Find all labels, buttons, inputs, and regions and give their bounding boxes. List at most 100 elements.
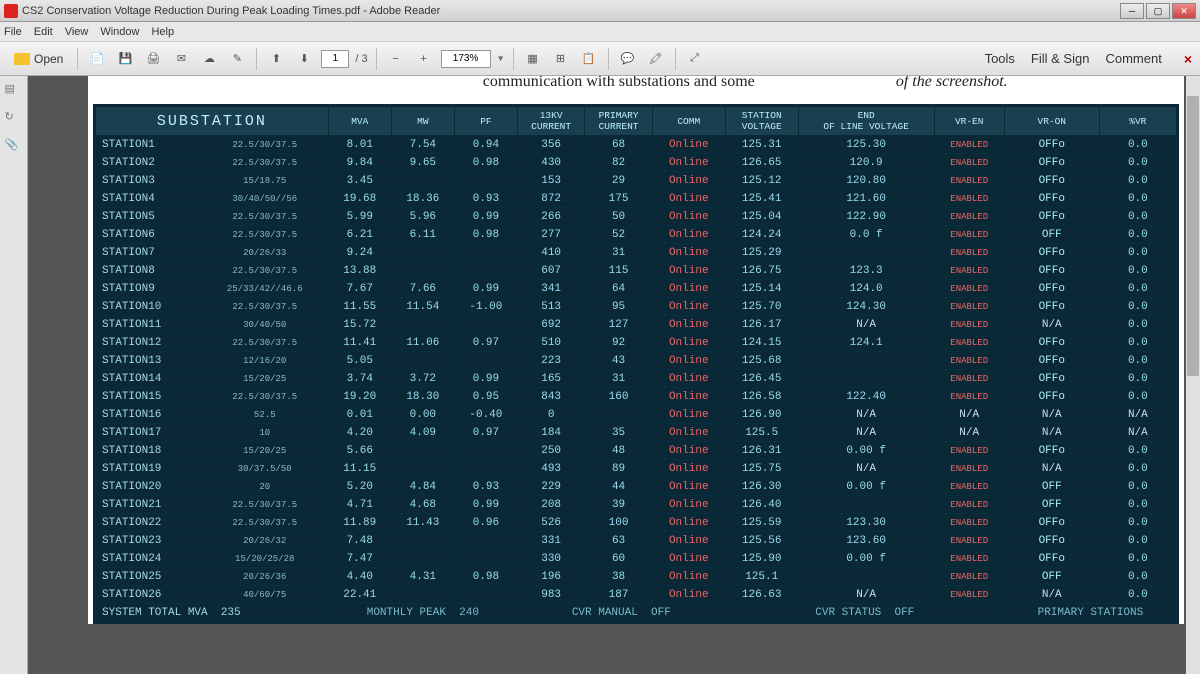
- save-icon[interactable]: 💾: [114, 48, 136, 70]
- open-label: Open: [34, 52, 63, 66]
- cell: Online: [652, 586, 725, 604]
- cell: STATION4: [96, 190, 202, 208]
- document-area[interactable]: Conservation voltage reduction is a proc…: [28, 76, 1186, 674]
- cloud-icon[interactable]: ☁: [198, 48, 220, 70]
- cell: 0.00 f: [798, 550, 934, 568]
- cell: 125.30: [798, 136, 934, 154]
- cell: 410: [517, 244, 584, 262]
- cell: 126.63: [725, 586, 798, 604]
- cell: CVR STATUS OFF: [725, 604, 1004, 622]
- cell: OFFo: [1004, 244, 1099, 262]
- expand-icon[interactable]: ⤢: [684, 48, 706, 70]
- close-button[interactable]: ✕: [1172, 3, 1196, 19]
- fill-sign-tab[interactable]: Fill & Sign: [1031, 51, 1090, 66]
- menu-help[interactable]: Help: [151, 26, 174, 38]
- cell: 187: [585, 586, 652, 604]
- cell: [798, 352, 934, 370]
- cell: 341: [517, 280, 584, 298]
- cell: Online: [652, 388, 725, 406]
- close-doc-icon[interactable]: ×: [1184, 51, 1192, 67]
- print-icon[interactable]: 🖨: [142, 48, 164, 70]
- cell: 0.0: [1099, 316, 1176, 334]
- menu-view[interactable]: View: [65, 26, 89, 38]
- maximize-button[interactable]: ▢: [1146, 3, 1170, 19]
- zoom-out-icon[interactable]: −: [385, 48, 407, 70]
- attachment-icon[interactable]: 📎: [5, 138, 23, 156]
- tool2-icon[interactable]: ⊞: [550, 48, 572, 70]
- page-input[interactable]: [321, 50, 349, 68]
- window-controls: ─ ▢ ✕: [1120, 3, 1196, 19]
- cell: 125.41: [725, 190, 798, 208]
- tool1-icon[interactable]: ▦: [522, 48, 544, 70]
- cell: 115: [585, 262, 652, 280]
- cell: 0.98: [454, 154, 517, 172]
- cell: 9.65: [391, 154, 454, 172]
- scrollbar-thumb[interactable]: [1187, 96, 1199, 376]
- cell: 0.98: [454, 568, 517, 586]
- cell: [391, 244, 454, 262]
- cell: 0.0: [1099, 388, 1176, 406]
- email-icon[interactable]: ✉: [170, 48, 192, 70]
- thumbnails-icon[interactable]: ▤: [5, 82, 23, 100]
- cell: 11.89: [328, 514, 391, 532]
- zoom-dropdown-icon[interactable]: ▼: [497, 54, 505, 63]
- sign-icon[interactable]: ✎: [226, 48, 248, 70]
- minimize-button[interactable]: ─: [1120, 3, 1144, 19]
- tool3-icon[interactable]: 📋: [578, 48, 600, 70]
- cell: 124.15: [725, 334, 798, 352]
- page-down-icon[interactable]: ⬇: [293, 48, 315, 70]
- cell: OFFo: [1004, 388, 1099, 406]
- cell: STATION21: [96, 496, 202, 514]
- cell: 0.0: [1099, 586, 1176, 604]
- cell: 493: [517, 460, 584, 478]
- highlight-icon[interactable]: 🖍: [645, 48, 667, 70]
- cell: OFFo: [1004, 262, 1099, 280]
- cell: ENABLED: [934, 370, 1004, 388]
- menu-edit[interactable]: Edit: [34, 26, 53, 38]
- cell: ENABLED: [934, 172, 1004, 190]
- menu-window[interactable]: Window: [100, 26, 139, 38]
- cell: 607: [517, 262, 584, 280]
- zoom-input[interactable]: [441, 50, 491, 68]
- cell: 7.66: [391, 280, 454, 298]
- cell: [391, 532, 454, 550]
- cell: [454, 586, 517, 604]
- cell: STATION10: [96, 298, 202, 316]
- cell: [454, 550, 517, 568]
- cell: OFFo: [1004, 442, 1099, 460]
- cell: 22.5/30/37.5: [201, 208, 328, 226]
- menu-file[interactable]: File: [4, 26, 22, 38]
- comment-icon[interactable]: 💬: [617, 48, 639, 70]
- cell: Online: [652, 298, 725, 316]
- cell: N/A: [798, 406, 934, 424]
- table-row: STATION622.5/30/37.56.216.110.9827752Onl…: [96, 226, 1177, 244]
- cell: Online: [652, 550, 725, 568]
- cell: 0.0: [1099, 334, 1176, 352]
- open-button[interactable]: Open: [8, 50, 69, 68]
- cell: 125.04: [725, 208, 798, 226]
- tools-tab[interactable]: Tools: [985, 51, 1015, 66]
- cell: 0.01: [328, 406, 391, 424]
- create-pdf-icon[interactable]: 📄: [86, 48, 108, 70]
- cell: 0.0: [1099, 370, 1176, 388]
- cell: 0.99: [454, 208, 517, 226]
- substation-table: SUBSTATIONMVAMWPF13KVCURRENTPRIMARYCURRE…: [95, 106, 1177, 622]
- cell: [454, 316, 517, 334]
- folder-icon: [14, 53, 30, 65]
- vertical-scrollbar[interactable]: [1186, 76, 1200, 674]
- page-up-icon[interactable]: ⬆: [265, 48, 287, 70]
- cell: STATION12: [96, 334, 202, 352]
- cell: ENABLED: [934, 298, 1004, 316]
- cell: 22.5/30/37.5: [201, 154, 328, 172]
- cell: STATION20: [96, 478, 202, 496]
- cell: [391, 550, 454, 568]
- zoom-in-icon[interactable]: +: [413, 48, 435, 70]
- cell: 0.98: [454, 226, 517, 244]
- comment-tab[interactable]: Comment: [1105, 51, 1161, 66]
- cell: 0.00: [391, 406, 454, 424]
- cell: 11.06: [391, 334, 454, 352]
- cell: MONTHLY PEAK 240: [328, 604, 517, 622]
- cell: 0.97: [454, 424, 517, 442]
- bookmark-icon[interactable]: ↻: [5, 110, 23, 128]
- cell: STATION26: [96, 586, 202, 604]
